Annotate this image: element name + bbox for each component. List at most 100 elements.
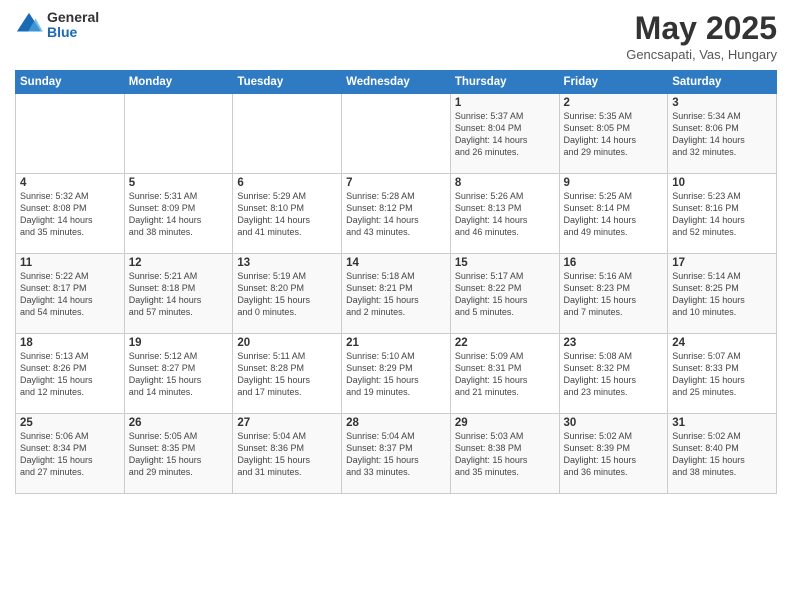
- day-number: 18: [20, 337, 120, 349]
- day-number: 8: [455, 177, 555, 189]
- day-cell: 13Sunrise: 5:19 AM Sunset: 8:20 PM Dayli…: [233, 254, 342, 334]
- day-cell: 27Sunrise: 5:04 AM Sunset: 8:36 PM Dayli…: [233, 414, 342, 494]
- day-cell: 6Sunrise: 5:29 AM Sunset: 8:10 PM Daylig…: [233, 174, 342, 254]
- day-cell: 7Sunrise: 5:28 AM Sunset: 8:12 PM Daylig…: [342, 174, 451, 254]
- day-number: 4: [20, 177, 120, 189]
- day-cell: 25Sunrise: 5:06 AM Sunset: 8:34 PM Dayli…: [16, 414, 125, 494]
- calendar-header-row: SundayMondayTuesdayWednesdayThursdayFrid…: [16, 71, 777, 94]
- day-info: Sunrise: 5:02 AM Sunset: 8:40 PM Dayligh…: [672, 430, 772, 479]
- day-number: 14: [346, 257, 446, 269]
- day-info: Sunrise: 5:08 AM Sunset: 8:32 PM Dayligh…: [564, 350, 664, 399]
- day-number: 11: [20, 257, 120, 269]
- day-cell: 12Sunrise: 5:21 AM Sunset: 8:18 PM Dayli…: [124, 254, 233, 334]
- day-number: 5: [129, 177, 229, 189]
- day-number: 16: [564, 257, 664, 269]
- day-number: 15: [455, 257, 555, 269]
- day-info: Sunrise: 5:26 AM Sunset: 8:13 PM Dayligh…: [455, 190, 555, 239]
- day-cell: 22Sunrise: 5:09 AM Sunset: 8:31 PM Dayli…: [450, 334, 559, 414]
- day-info: Sunrise: 5:11 AM Sunset: 8:28 PM Dayligh…: [237, 350, 337, 399]
- day-info: Sunrise: 5:06 AM Sunset: 8:34 PM Dayligh…: [20, 430, 120, 479]
- day-info: Sunrise: 5:02 AM Sunset: 8:39 PM Dayligh…: [564, 430, 664, 479]
- day-cell: 3Sunrise: 5:34 AM Sunset: 8:06 PM Daylig…: [668, 94, 777, 174]
- day-number: 7: [346, 177, 446, 189]
- day-number: 12: [129, 257, 229, 269]
- week-row-4: 18Sunrise: 5:13 AM Sunset: 8:26 PM Dayli…: [16, 334, 777, 414]
- day-info: Sunrise: 5:23 AM Sunset: 8:16 PM Dayligh…: [672, 190, 772, 239]
- day-info: Sunrise: 5:37 AM Sunset: 8:04 PM Dayligh…: [455, 110, 555, 159]
- day-number: 22: [455, 337, 555, 349]
- day-number: 6: [237, 177, 337, 189]
- col-header-friday: Friday: [559, 71, 668, 94]
- week-row-3: 11Sunrise: 5:22 AM Sunset: 8:17 PM Dayli…: [16, 254, 777, 334]
- day-number: 1: [455, 97, 555, 109]
- day-number: 19: [129, 337, 229, 349]
- day-number: 25: [20, 417, 120, 429]
- day-info: Sunrise: 5:34 AM Sunset: 8:06 PM Dayligh…: [672, 110, 772, 159]
- day-cell: 30Sunrise: 5:02 AM Sunset: 8:39 PM Dayli…: [559, 414, 668, 494]
- day-cell: 19Sunrise: 5:12 AM Sunset: 8:27 PM Dayli…: [124, 334, 233, 414]
- day-number: 17: [672, 257, 772, 269]
- title-area: May 2025 Gencsapati, Vas, Hungary: [626, 10, 777, 62]
- day-cell: 23Sunrise: 5:08 AM Sunset: 8:32 PM Dayli…: [559, 334, 668, 414]
- day-cell: 10Sunrise: 5:23 AM Sunset: 8:16 PM Dayli…: [668, 174, 777, 254]
- day-number: 30: [564, 417, 664, 429]
- day-cell: 4Sunrise: 5:32 AM Sunset: 8:08 PM Daylig…: [16, 174, 125, 254]
- day-cell: 20Sunrise: 5:11 AM Sunset: 8:28 PM Dayli…: [233, 334, 342, 414]
- month-title: May 2025: [626, 10, 777, 47]
- day-cell: 31Sunrise: 5:02 AM Sunset: 8:40 PM Dayli…: [668, 414, 777, 494]
- day-cell: 28Sunrise: 5:04 AM Sunset: 8:37 PM Dayli…: [342, 414, 451, 494]
- day-cell: 26Sunrise: 5:05 AM Sunset: 8:35 PM Dayli…: [124, 414, 233, 494]
- header: General Blue May 2025 Gencsapati, Vas, H…: [15, 10, 777, 62]
- week-row-2: 4Sunrise: 5:32 AM Sunset: 8:08 PM Daylig…: [16, 174, 777, 254]
- day-info: Sunrise: 5:13 AM Sunset: 8:26 PM Dayligh…: [20, 350, 120, 399]
- day-info: Sunrise: 5:14 AM Sunset: 8:25 PM Dayligh…: [672, 270, 772, 319]
- day-number: 9: [564, 177, 664, 189]
- day-cell: 15Sunrise: 5:17 AM Sunset: 8:22 PM Dayli…: [450, 254, 559, 334]
- day-info: Sunrise: 5:22 AM Sunset: 8:17 PM Dayligh…: [20, 270, 120, 319]
- day-cell: 5Sunrise: 5:31 AM Sunset: 8:09 PM Daylig…: [124, 174, 233, 254]
- day-number: 31: [672, 417, 772, 429]
- day-info: Sunrise: 5:05 AM Sunset: 8:35 PM Dayligh…: [129, 430, 229, 479]
- day-number: 3: [672, 97, 772, 109]
- logo-general: General: [47, 10, 99, 25]
- day-cell: 11Sunrise: 5:22 AM Sunset: 8:17 PM Dayli…: [16, 254, 125, 334]
- day-number: 29: [455, 417, 555, 429]
- logo-blue: Blue: [47, 25, 99, 40]
- day-info: Sunrise: 5:18 AM Sunset: 8:21 PM Dayligh…: [346, 270, 446, 319]
- day-number: 26: [129, 417, 229, 429]
- day-info: Sunrise: 5:17 AM Sunset: 8:22 PM Dayligh…: [455, 270, 555, 319]
- day-info: Sunrise: 5:07 AM Sunset: 8:33 PM Dayligh…: [672, 350, 772, 399]
- day-cell: 14Sunrise: 5:18 AM Sunset: 8:21 PM Dayli…: [342, 254, 451, 334]
- col-header-wednesday: Wednesday: [342, 71, 451, 94]
- day-cell: [342, 94, 451, 174]
- day-cell: 18Sunrise: 5:13 AM Sunset: 8:26 PM Dayli…: [16, 334, 125, 414]
- col-header-tuesday: Tuesday: [233, 71, 342, 94]
- day-cell: 29Sunrise: 5:03 AM Sunset: 8:38 PM Dayli…: [450, 414, 559, 494]
- day-cell: 8Sunrise: 5:26 AM Sunset: 8:13 PM Daylig…: [450, 174, 559, 254]
- day-cell: [124, 94, 233, 174]
- day-number: 27: [237, 417, 337, 429]
- day-info: Sunrise: 5:12 AM Sunset: 8:27 PM Dayligh…: [129, 350, 229, 399]
- day-info: Sunrise: 5:19 AM Sunset: 8:20 PM Dayligh…: [237, 270, 337, 319]
- day-cell: 16Sunrise: 5:16 AM Sunset: 8:23 PM Dayli…: [559, 254, 668, 334]
- day-info: Sunrise: 5:31 AM Sunset: 8:09 PM Dayligh…: [129, 190, 229, 239]
- day-number: 20: [237, 337, 337, 349]
- day-cell: 2Sunrise: 5:35 AM Sunset: 8:05 PM Daylig…: [559, 94, 668, 174]
- col-header-thursday: Thursday: [450, 71, 559, 94]
- day-number: 10: [672, 177, 772, 189]
- day-cell: 24Sunrise: 5:07 AM Sunset: 8:33 PM Dayli…: [668, 334, 777, 414]
- logo: General Blue: [15, 10, 99, 41]
- day-cell: 1Sunrise: 5:37 AM Sunset: 8:04 PM Daylig…: [450, 94, 559, 174]
- col-header-monday: Monday: [124, 71, 233, 94]
- day-number: 28: [346, 417, 446, 429]
- day-cell: [233, 94, 342, 174]
- day-number: 2: [564, 97, 664, 109]
- day-number: 23: [564, 337, 664, 349]
- col-header-saturday: Saturday: [668, 71, 777, 94]
- day-info: Sunrise: 5:16 AM Sunset: 8:23 PM Dayligh…: [564, 270, 664, 319]
- logo-icon: [15, 11, 43, 39]
- col-header-sunday: Sunday: [16, 71, 125, 94]
- day-info: Sunrise: 5:21 AM Sunset: 8:18 PM Dayligh…: [129, 270, 229, 319]
- day-cell: 17Sunrise: 5:14 AM Sunset: 8:25 PM Dayli…: [668, 254, 777, 334]
- day-info: Sunrise: 5:09 AM Sunset: 8:31 PM Dayligh…: [455, 350, 555, 399]
